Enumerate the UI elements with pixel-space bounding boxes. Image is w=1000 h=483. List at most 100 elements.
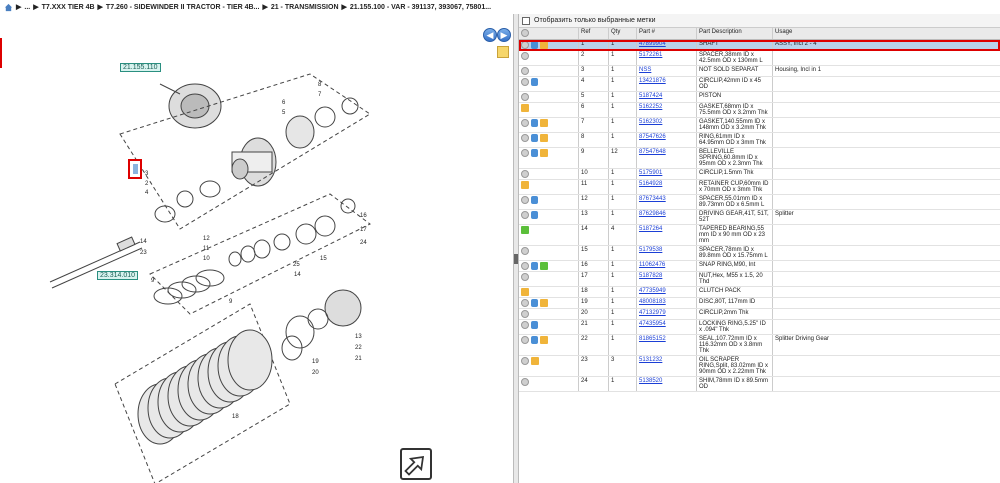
table-row[interactable]: 12 1 87673443 SPACER,55.01mm ID x 89.73mm O… [519,195,1000,210]
add-to-cart-icon[interactable] [521,119,529,127]
table-row[interactable]: 18 1 47735949 CLUTCH PACK [519,287,1000,298]
row-part-number[interactable]: 5175901 [637,169,697,179]
table-row[interactable]: 9 12 87547648 BELLEVILLE SPRING,60.8mm ID x… [519,148,1000,169]
table-row[interactable]: 24 1 5138520 SHIM,78mm ID x 89.5mm OD [519,377,1000,392]
package-icon[interactable] [540,299,548,307]
row-part-number[interactable]: 5187828 [637,272,697,286]
table-row[interactable]: 21 1 47435954 LOCKING RING,5.25" ID x .094"… [519,320,1000,335]
row-part-number[interactable]: 11062476 [637,261,697,271]
header-qty[interactable]: Qty [609,28,637,39]
breadcrumb-item-1[interactable]: T7.XXX TIER 4B [42,4,95,11]
add-to-cart-icon[interactable] [521,247,529,255]
package-icon[interactable] [521,288,529,296]
table-row[interactable]: 2 1 5172261 SPACER,38mm ID x 42.5mm OD x 13… [519,51,1000,66]
row-part-number[interactable]: 47735949 [637,287,697,297]
breadcrumb-item-2[interactable]: T7.260 - SIDEWINDER II TRACTOR - TIER 4B… [106,4,260,11]
package-icon[interactable] [540,119,548,127]
table-row[interactable]: 13 1 87629846 DRIVING GEAR,41T, 51T, 52T Spl… [519,210,1000,225]
info-icon[interactable] [531,41,538,49]
row-part-number[interactable]: 5187264 [637,225,697,245]
show-selected-checkbox[interactable] [522,16,530,25]
table-row[interactable]: 6 1 5162252 GASKET,68mm ID x 75.5mm OD x 3.… [519,103,1000,118]
row-part-number[interactable]: 81865152 [637,335,697,355]
add-to-cart-icon[interactable] [521,67,529,75]
add-to-cart-icon[interactable] [521,357,529,365]
table-row[interactable]: 4 1 13421876 CIRCLIP,42mm ID x 45 OD [519,77,1000,92]
row-part-number[interactable]: 5162302 [637,118,697,132]
row-part-number[interactable]: 5164928 [637,180,697,194]
header-usage[interactable]: Usage [773,28,1000,39]
table-row[interactable]: 14 4 5187264 TAPERED BEARING,55 mm ID x 90 … [519,225,1000,246]
add-to-cart-icon[interactable] [521,149,529,157]
info-icon[interactable] [531,196,538,204]
home-icon[interactable] [4,3,13,12]
info-icon[interactable] [531,262,538,270]
nav-prev-button[interactable]: ◀ [483,28,497,42]
table-row[interactable]: 3 1 NSS NOT SOLD SEPARAT Housing, Incl in 1 [519,66,1000,77]
table-row[interactable]: 20 1 47132979 CIRCLIP,2mm Thk [519,309,1000,320]
row-part-number[interactable]: 47132979 [637,309,697,319]
table-row[interactable]: 23 3 5131232 OIL SCRAPER RING,Split, 83.02m… [519,356,1000,377]
info-icon[interactable] [531,321,538,329]
export-icon[interactable] [400,448,432,480]
nav-next-button[interactable]: ▶ [497,28,511,42]
row-part-number[interactable]: 47435954 [637,320,697,334]
header-part[interactable]: Part # [637,28,697,39]
table-row[interactable]: 16 1 11062476 SNAP RING,M90, Int [519,261,1000,272]
info-icon[interactable] [531,78,538,86]
header-ref[interactable]: Ref [579,28,609,39]
table-row[interactable]: 19 1 48008183 DISC,80T, 117mm ID [519,298,1000,309]
callout-upper[interactable]: 21.155.110 [120,63,161,72]
row-part-number[interactable]: 13421876 [637,77,697,91]
row-part-number[interactable]: 87547626 [637,133,697,147]
package-icon[interactable] [540,336,548,344]
splitter-grip[interactable] [514,254,518,264]
replacement-arrow-icon[interactable] [521,226,529,234]
add-to-cart-icon[interactable] [521,310,529,318]
add-to-cart-icon[interactable] [521,321,529,329]
row-part-number[interactable]: 5179538 [637,246,697,260]
table-row[interactable]: 15 1 5179538 SPACER,78mm ID x 89.8mm OD x 1… [519,246,1000,261]
table-row[interactable]: 5 1 5187424 PISTON [519,92,1000,103]
table-row[interactable]: 1 1 47899904 SHAFT ASSY, Incl 2 - 4 [519,40,1000,51]
package-icon[interactable] [540,149,548,157]
info-icon[interactable] [531,134,538,142]
info-icon[interactable] [531,119,538,127]
note-icon[interactable] [497,46,509,58]
add-to-cart-icon[interactable] [521,299,529,307]
package-icon[interactable] [521,181,529,189]
row-part-number[interactable]: 5131232 [637,356,697,376]
package-icon[interactable] [521,104,529,112]
breadcrumb-item-3[interactable]: 21 - TRANSMISSION [271,4,339,11]
package-icon[interactable] [540,134,548,142]
row-part-number[interactable]: 47899904 [637,40,697,50]
info-icon[interactable] [531,299,538,307]
table-row[interactable]: 17 1 5187828 NUT,Hex, M55 x 1.5, 20 Thd [519,272,1000,287]
breadcrumb-item-0[interactable]: ... [24,4,30,11]
add-to-cart-icon[interactable] [521,336,529,344]
row-part-number[interactable]: 5172261 [637,51,697,65]
header-desc[interactable]: Part Description [697,28,773,39]
row-part-number[interactable]: 48008183 [637,298,697,308]
add-to-cart-icon[interactable] [521,378,529,386]
add-to-cart-icon[interactable] [521,134,529,142]
expand-all-icon[interactable] [521,29,529,37]
info-icon[interactable] [531,336,538,344]
callout-lower[interactable]: 23.314.010 [97,271,139,280]
table-row[interactable]: 7 1 5162302 GASKET,140.55mm ID x 148mm OD x… [519,118,1000,133]
info-icon[interactable] [531,149,538,157]
add-to-cart-icon[interactable] [521,52,529,60]
breadcrumb-item-4[interactable]: 21.155.100 - VAR - 391137, 393067, 75801… [350,4,491,11]
replacement-arrow-icon[interactable] [540,262,548,270]
table-row[interactable]: 22 1 81865152 SEAL,107.72mm ID x 116.32mm O… [519,335,1000,356]
table-row[interactable]: 8 1 87547626 RING,61mm ID x 64.95mm OD x 3m… [519,133,1000,148]
table-row[interactable]: 11 1 5164928 RETAINER CUP,60mm ID x 70mm OD… [519,180,1000,195]
add-to-cart-icon[interactable] [521,93,529,101]
row-part-number[interactable]: 5138520 [637,377,697,391]
row-part-number[interactable]: 5162252 [637,103,697,117]
package-icon[interactable] [531,357,539,365]
add-to-cart-icon[interactable] [521,196,529,204]
row-part-number[interactable]: 87629846 [637,210,697,224]
selected-ref-marker[interactable] [128,159,142,179]
add-to-cart-icon[interactable] [521,78,529,86]
